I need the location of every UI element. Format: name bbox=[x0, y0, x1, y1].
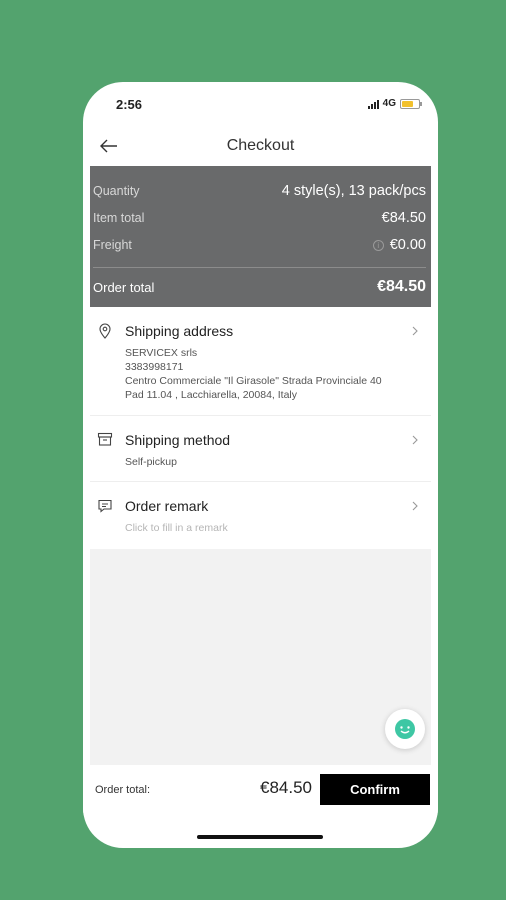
freight-row: Freight i €0.00 bbox=[93, 237, 426, 253]
nav-bar: Checkout bbox=[83, 126, 438, 166]
freight-value: €0.00 bbox=[389, 237, 426, 253]
quantity-value: 4 style(s), 13 pack/pcs bbox=[281, 183, 426, 199]
order-remark-title: Order remark bbox=[125, 498, 209, 514]
battery-icon bbox=[400, 98, 422, 109]
order-total-value: €84.50 bbox=[377, 278, 426, 295]
address-name: SERVICEX srls bbox=[125, 347, 198, 359]
address-line2: Pad 11.04 , Lacchiarella, 20084, Italy bbox=[125, 389, 298, 401]
network-label: 4G bbox=[382, 98, 396, 109]
shipping-method-value: Self-pickup bbox=[125, 456, 177, 468]
location-pin-icon bbox=[99, 323, 111, 339]
freight-label: Freight bbox=[93, 238, 132, 252]
status-bar: 2:56 4G bbox=[83, 82, 438, 126]
shipping-method-title: Shipping method bbox=[125, 432, 231, 448]
order-total-row: Order total €84.50 bbox=[93, 278, 426, 296]
quantity-row: Quantity 4 style(s), 13 pack/pcs bbox=[93, 183, 426, 199]
item-total-label: Item total bbox=[93, 211, 145, 225]
home-indicator[interactable] bbox=[197, 835, 323, 839]
status-time: 2:56 bbox=[116, 97, 143, 112]
info-icon[interactable]: i bbox=[372, 239, 384, 251]
summary-divider bbox=[93, 267, 426, 268]
address-phone: 3383998171 bbox=[125, 361, 184, 373]
item-total-value: €84.50 bbox=[381, 210, 426, 226]
order-remark-placeholder: Click to fill in a remark bbox=[125, 522, 228, 534]
quantity-label: Quantity bbox=[93, 184, 140, 198]
content-empty-area bbox=[90, 549, 431, 765]
status-indicators: 4G bbox=[367, 98, 422, 109]
order-total-label: Order total bbox=[93, 279, 155, 295]
signal-icon bbox=[367, 99, 379, 109]
item-total-row: Item total €84.50 bbox=[93, 210, 426, 226]
freight-value-wrap: i €0.00 bbox=[372, 237, 426, 253]
chat-support-icon bbox=[395, 719, 415, 739]
shipping-method-section[interactable]: Shipping method Self-pickup bbox=[90, 416, 431, 482]
page-title: Checkout bbox=[226, 137, 295, 154]
confirm-button[interactable]: Confirm bbox=[320, 774, 430, 805]
shipping-address-section[interactable]: Shipping address SERVICEX srls 338399817… bbox=[90, 315, 431, 416]
chevron-right-icon bbox=[412, 435, 418, 445]
shipping-address-title: Shipping address bbox=[125, 323, 234, 339]
order-summary: Quantity 4 style(s), 13 pack/pcs Item to… bbox=[90, 166, 431, 307]
box-icon bbox=[97, 432, 113, 446]
chevron-right-icon bbox=[412, 326, 418, 336]
chat-bubble-icon bbox=[98, 499, 112, 513]
order-remark-section[interactable]: Order remark Click to fill in a remark bbox=[90, 482, 431, 549]
address-line1: Centro Commerciale "Il Girasole" Strada … bbox=[125, 375, 382, 387]
footer-total-label: Order total: bbox=[95, 784, 151, 796]
footer-total-value: €84.50 bbox=[260, 778, 312, 797]
checkout-footer: Order total: €84.50 Confirm bbox=[83, 765, 438, 815]
phone-frame: 2:56 4G Checkout Quantity 4 style(s), 13… bbox=[83, 82, 438, 848]
chevron-right-icon bbox=[412, 501, 418, 511]
chat-support-button[interactable] bbox=[385, 709, 425, 749]
